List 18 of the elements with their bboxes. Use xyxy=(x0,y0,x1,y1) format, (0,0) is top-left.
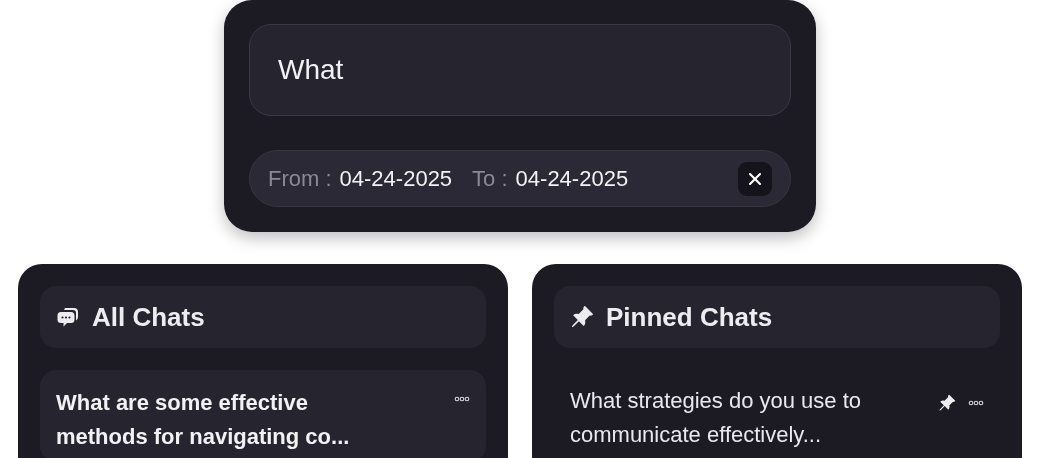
date-range-field[interactable]: From : 04-24-2025 To : 04-24-2025 xyxy=(249,150,791,207)
more-options-icon[interactable] xyxy=(454,396,470,402)
from-date: 04-24-2025 xyxy=(339,165,453,193)
chat-title: What are some effective methods for navigating co... xyxy=(56,389,351,451)
chat-title: What strategies do you use to communicate effectively... xyxy=(570,387,863,449)
pin-icon[interactable] xyxy=(938,394,956,412)
search-field[interactable]: What xyxy=(249,24,791,116)
to-label: To : xyxy=(472,165,508,193)
chat-item[interactable]: What strategies do you use to communicate effectively... xyxy=(554,370,1000,458)
chat-item[interactable]: What are some effective methods for navigating co... xyxy=(40,370,486,458)
panel-title: All Chats xyxy=(92,300,205,334)
more-options-icon[interactable] xyxy=(968,400,984,406)
panel-title: Pinned Chats xyxy=(606,300,773,334)
clear-button[interactable] xyxy=(738,161,772,196)
to-date: 04-24-2025 xyxy=(515,165,629,193)
from-label: From : xyxy=(268,165,332,193)
chat-bubbles-icon xyxy=(56,305,80,329)
pin-icon xyxy=(570,305,594,329)
